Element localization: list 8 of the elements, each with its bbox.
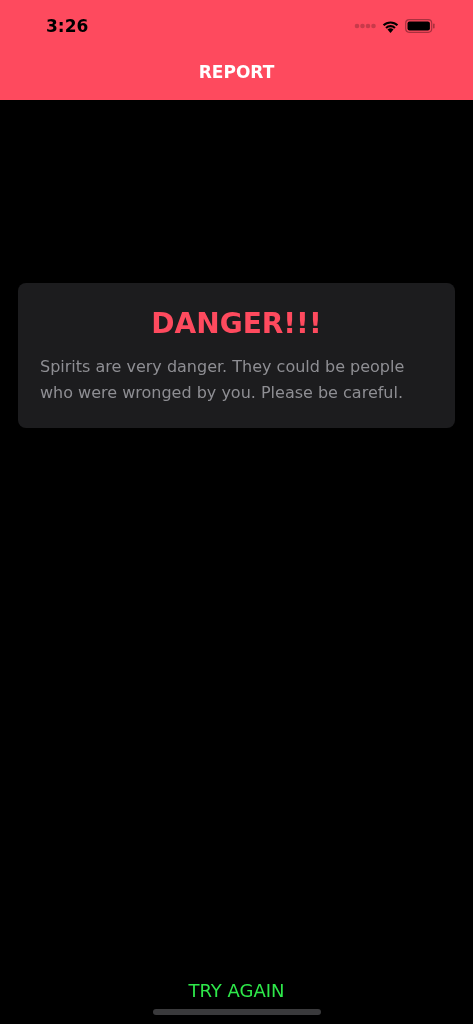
signal-icon [354,23,376,29]
try-again-button[interactable]: TRY AGAIN [180,978,293,1003]
battery-icon [405,19,435,33]
warning-message: Spirits are very danger. They could be people who were wronged by you. Please be careful. [40,356,406,404]
warning-title: DANGER!!! [150,307,323,340]
nav-title: REPORT [197,62,276,82]
status-time: 3:26 [46,16,89,36]
wifi-icon [382,19,399,33]
